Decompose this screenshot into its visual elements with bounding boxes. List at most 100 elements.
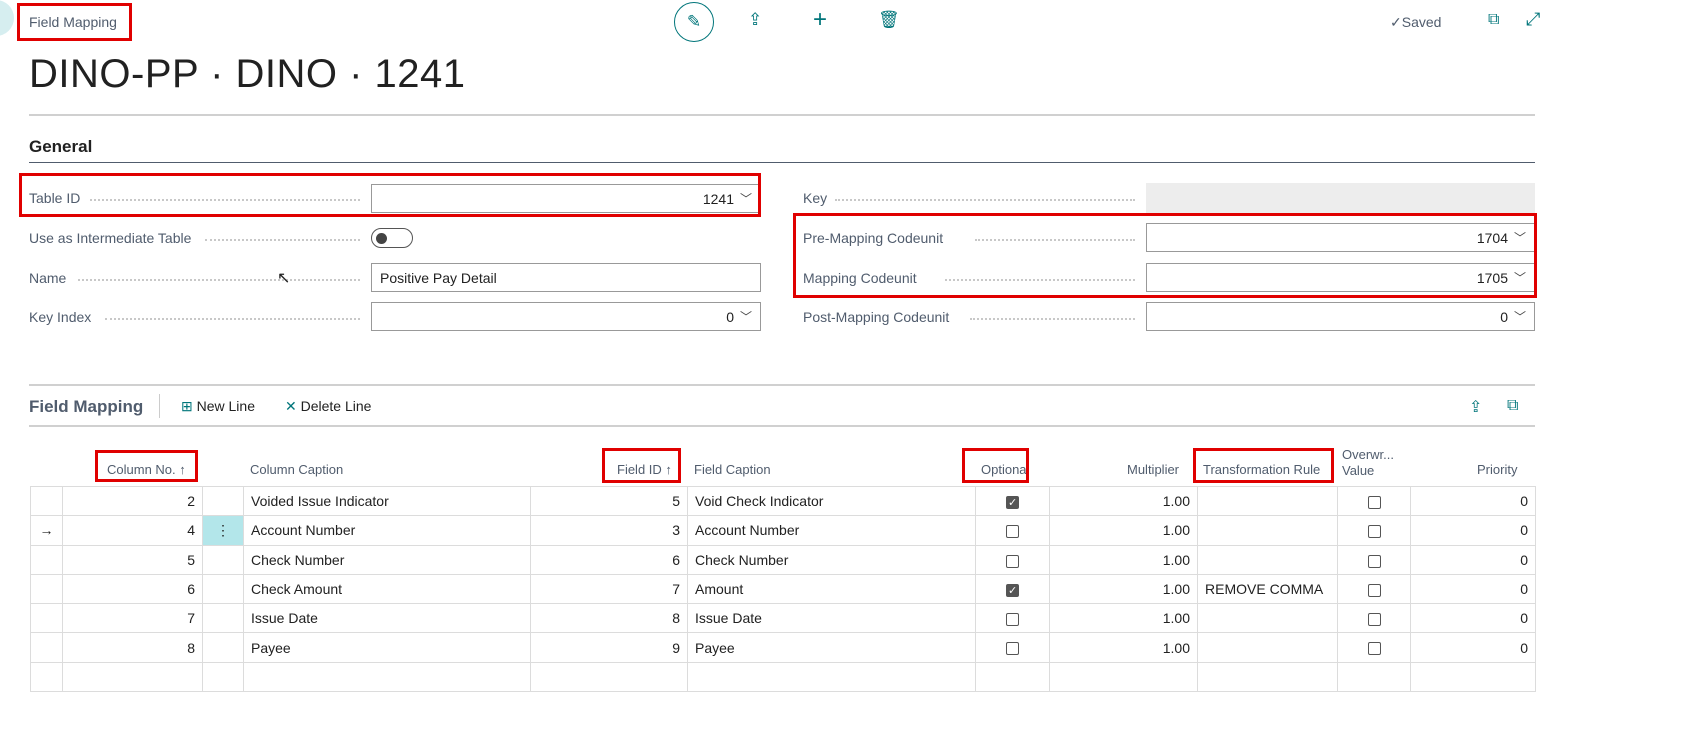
cell-transformation-rule[interactable] bbox=[1197, 603, 1338, 634]
cell-field-caption[interactable] bbox=[687, 661, 976, 693]
plus-icon[interactable]: + bbox=[813, 6, 827, 34]
cell-transformation-rule[interactable]: REMOVE COMMA bbox=[1197, 573, 1338, 605]
overwrite-checkbox[interactable] bbox=[1367, 583, 1381, 597]
overwrite-checkbox[interactable] bbox=[1367, 525, 1381, 539]
col-multiplier[interactable]: Multiplier bbox=[1127, 462, 1179, 477]
cell-column-caption[interactable]: Voided Issue Indicator bbox=[243, 485, 531, 517]
row-menu[interactable] bbox=[202, 603, 244, 634]
section-general[interactable]: General bbox=[29, 137, 92, 157]
row-menu[interactable] bbox=[202, 661, 244, 693]
cell-field-id[interactable]: 9 bbox=[530, 632, 688, 663]
cell-overwrite[interactable] bbox=[1337, 573, 1411, 605]
cell-field-caption[interactable]: Amount bbox=[687, 573, 976, 605]
table-row[interactable] bbox=[30, 661, 1536, 693]
share-icon[interactable]: ⇪ bbox=[748, 10, 762, 30]
cell-priority[interactable]: 0 bbox=[1410, 485, 1536, 517]
cell-field-id[interactable] bbox=[530, 661, 688, 693]
col-column-caption[interactable]: Column Caption bbox=[250, 462, 343, 477]
col-priority[interactable]: Priority bbox=[1477, 462, 1517, 477]
cell-column-no[interactable]: 2 bbox=[62, 485, 203, 517]
optional-checkbox[interactable] bbox=[1006, 613, 1019, 627]
cell-overwrite[interactable] bbox=[1337, 661, 1411, 693]
cell-overwrite[interactable] bbox=[1337, 544, 1411, 575]
cell-optional[interactable] bbox=[975, 515, 1050, 546]
row-menu[interactable] bbox=[202, 485, 244, 517]
cell-column-no[interactable]: 5 bbox=[62, 544, 203, 575]
table-row[interactable]: → 4 ⋮ Account Number 3 Account Number 1.00 0 bbox=[30, 515, 1536, 546]
cell-overwrite[interactable] bbox=[1337, 632, 1411, 663]
cell-column-caption[interactable]: Issue Date bbox=[243, 603, 531, 634]
cell-optional[interactable] bbox=[975, 661, 1050, 693]
optional-checkbox[interactable] bbox=[1006, 642, 1019, 656]
key-index-field[interactable]: 0 ﹀ bbox=[371, 302, 761, 331]
cell-optional[interactable] bbox=[975, 632, 1050, 663]
cell-column-no[interactable] bbox=[62, 661, 203, 693]
cell-field-id[interactable]: 8 bbox=[530, 603, 688, 634]
cell-column-caption[interactable]: Check Amount bbox=[243, 573, 531, 605]
cell-multiplier[interactable]: 1.00 bbox=[1049, 632, 1198, 663]
overwrite-checkbox[interactable] bbox=[1367, 554, 1381, 568]
optional-checkbox[interactable] bbox=[1006, 583, 1019, 597]
expand-icon[interactable]: ⤢ bbox=[1526, 9, 1540, 30]
cell-optional[interactable] bbox=[975, 573, 1050, 605]
table-row[interactable]: 8 Payee 9 Payee 1.00 0 bbox=[30, 632, 1536, 663]
chevron-down-icon[interactable]: ﹀ bbox=[1508, 308, 1526, 325]
open-new-window-icon[interactable]: ⧉ bbox=[1488, 11, 1499, 29]
col-overwrite-value[interactable]: Overwr... Value bbox=[1342, 447, 1394, 479]
pencil-icon[interactable]: ✎ bbox=[674, 2, 714, 42]
cell-field-caption[interactable]: Check Number bbox=[687, 544, 976, 575]
table-row[interactable]: 6 Check Amount7Amount 1.00REMOVE COMMA 0 bbox=[30, 573, 1536, 605]
cell-priority[interactable]: 0 bbox=[1410, 544, 1536, 575]
trash-icon[interactable]: 🗑 bbox=[878, 10, 900, 30]
chevron-down-icon[interactable]: ﹀ bbox=[734, 308, 752, 325]
cell-field-id[interactable]: 5 bbox=[530, 485, 688, 517]
back-button[interactable] bbox=[0, 0, 14, 36]
cell-multiplier[interactable]: 1.00 bbox=[1049, 573, 1198, 605]
optional-checkbox[interactable] bbox=[1006, 495, 1019, 509]
cell-field-caption[interactable]: Void Check Indicator bbox=[687, 485, 976, 517]
row-indicator[interactable] bbox=[30, 485, 63, 517]
optional-checkbox[interactable] bbox=[1006, 554, 1019, 568]
delete-line-button[interactable]: ✕ Delete Line bbox=[285, 398, 371, 415]
row-menu[interactable] bbox=[202, 632, 244, 663]
overwrite-checkbox[interactable] bbox=[1367, 642, 1381, 656]
row-menu[interactable] bbox=[202, 573, 244, 605]
row-indicator[interactable] bbox=[30, 603, 63, 634]
cell-field-id[interactable]: 3 bbox=[530, 515, 688, 546]
table-row[interactable]: 7 Issue Date 8 Issue Date 1.00 0 bbox=[30, 603, 1536, 634]
table-row[interactable]: 5 Check Number 6 Check Number 1.00 0 bbox=[30, 544, 1536, 575]
col-field-caption[interactable]: Field Caption bbox=[694, 462, 771, 477]
intermediate-toggle[interactable] bbox=[371, 228, 413, 248]
cell-field-caption[interactable]: Account Number bbox=[687, 515, 976, 546]
cell-priority[interactable]: 0 bbox=[1410, 515, 1536, 546]
cell-field-id[interactable]: 6 bbox=[530, 544, 688, 575]
new-line-button[interactable]: ⊞ New Line bbox=[181, 398, 255, 415]
row-indicator[interactable] bbox=[30, 573, 63, 605]
cell-column-caption[interactable]: Account Number bbox=[243, 515, 531, 546]
row-indicator[interactable] bbox=[30, 632, 63, 663]
expand-icon[interactable]: ⧉ bbox=[1507, 397, 1518, 415]
cell-field-caption[interactable]: Payee bbox=[687, 632, 976, 663]
cell-transformation-rule[interactable] bbox=[1197, 544, 1338, 575]
cell-column-caption[interactable] bbox=[243, 661, 531, 693]
overwrite-checkbox[interactable] bbox=[1367, 495, 1381, 509]
row-indicator[interactable]: → bbox=[30, 515, 63, 546]
cell-transformation-rule[interactable] bbox=[1197, 661, 1338, 693]
cell-column-no[interactable]: 4 bbox=[62, 515, 203, 546]
row-menu[interactable] bbox=[202, 544, 244, 575]
cell-column-no[interactable]: 8 bbox=[62, 632, 203, 663]
table-row[interactable]: 2 Voided Issue Indicator 5 Void Check Indic… bbox=[30, 485, 1536, 517]
name-field[interactable]: Positive Pay Detail bbox=[371, 263, 761, 292]
cell-priority[interactable]: 0 bbox=[1410, 573, 1536, 605]
cell-overwrite[interactable] bbox=[1337, 515, 1411, 546]
cell-transformation-rule[interactable] bbox=[1197, 485, 1338, 517]
cell-transformation-rule[interactable] bbox=[1197, 632, 1338, 663]
cell-optional[interactable] bbox=[975, 603, 1050, 634]
cell-multiplier[interactable]: 1.00 bbox=[1049, 544, 1198, 575]
row-indicator[interactable] bbox=[30, 661, 63, 693]
cell-priority[interactable]: 0 bbox=[1410, 603, 1536, 634]
cell-column-no[interactable]: 6 bbox=[62, 573, 203, 605]
lines-title[interactable]: Field Mapping bbox=[29, 397, 143, 417]
cell-overwrite[interactable] bbox=[1337, 485, 1411, 517]
cell-multiplier[interactable]: 1.00 bbox=[1049, 515, 1198, 546]
